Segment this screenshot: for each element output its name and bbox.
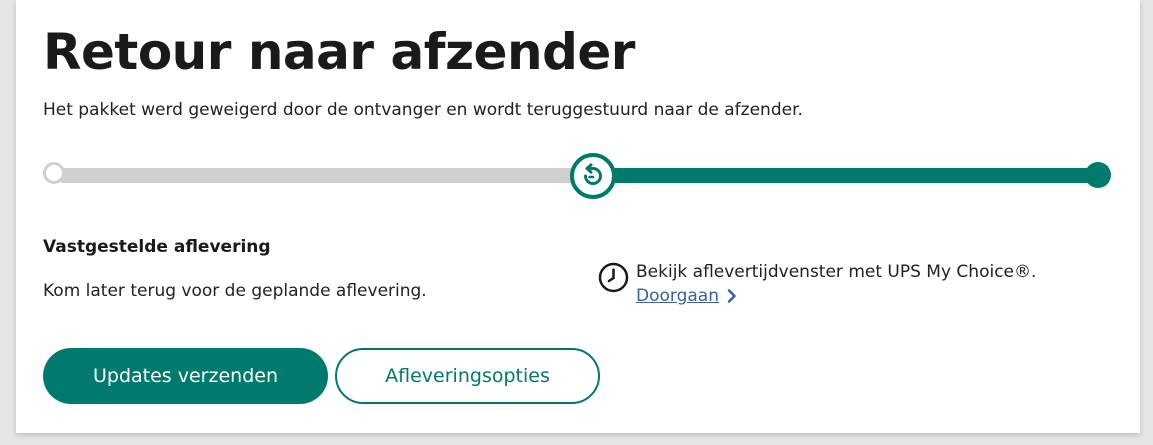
my-choice-text: Bekijk aflevertijdvenster met UPS My Cho… <box>636 262 1037 282</box>
delivery-options-button[interactable]: Afleveringsopties <box>335 348 600 404</box>
progress-end-dot <box>1085 162 1111 188</box>
delivery-heading: Vastgestelde aflevering <box>43 237 271 257</box>
my-choice-info: Bekijk aflevertijdvenster met UPS My Cho… <box>598 260 1036 308</box>
delivery-text: Kom later terug voor de geplande aflever… <box>43 281 427 301</box>
clock-icon <box>598 262 629 293</box>
progress-current-step <box>570 153 616 199</box>
send-updates-label: Updates verzenden <box>93 365 278 387</box>
send-updates-button[interactable]: Updates verzenden <box>43 348 328 404</box>
status-description: Het pakket werd geweigerd door de ontvan… <box>43 100 803 120</box>
return-arrow-icon <box>584 163 602 185</box>
progress-track-fill <box>593 168 1098 183</box>
delivery-options-label: Afleveringsopties <box>385 365 550 387</box>
continue-link-label: Doorgaan <box>636 286 719 306</box>
chevron-right-icon <box>727 289 736 303</box>
progress-start-dot <box>43 162 65 184</box>
status-title: Retour naar afzender <box>43 23 635 81</box>
continue-link[interactable]: Doorgaan <box>636 284 737 308</box>
progress-track <box>56 168 596 183</box>
